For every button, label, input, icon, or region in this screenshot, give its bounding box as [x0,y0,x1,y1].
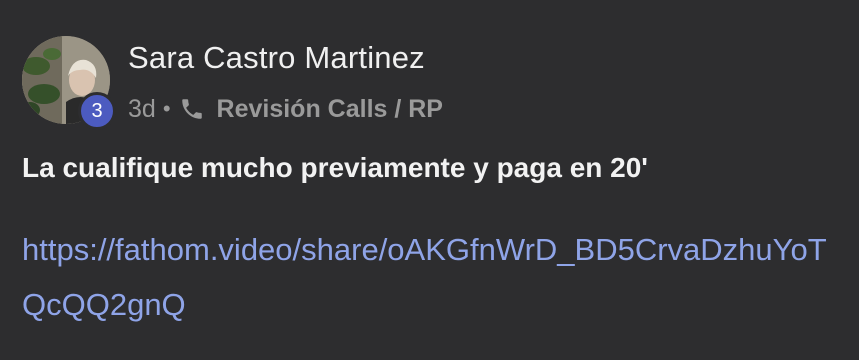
notification-badge: 3 [78,92,116,130]
meta-separator: • [162,96,171,121]
post-age: 3d [128,94,156,123]
shared-link[interactable]: https://fathom.video/share/oAKGfnWrD_BD5… [22,222,842,332]
author-name[interactable]: Sara Castro Martinez [128,40,425,76]
badge-count: 3 [91,99,103,122]
post-message: La cualifique mucho previamente y paga e… [22,152,648,183]
author-avatar-wrapper[interactable]: 3 [22,36,116,130]
phone-icon [177,94,207,124]
channel-link[interactable]: Revisión Calls / RP [217,95,443,124]
post-meta: 3d • Revisión Calls / RP [128,92,443,126]
post-card: 3 Sara Castro Martinez 3d • Revisión Cal… [0,0,859,360]
